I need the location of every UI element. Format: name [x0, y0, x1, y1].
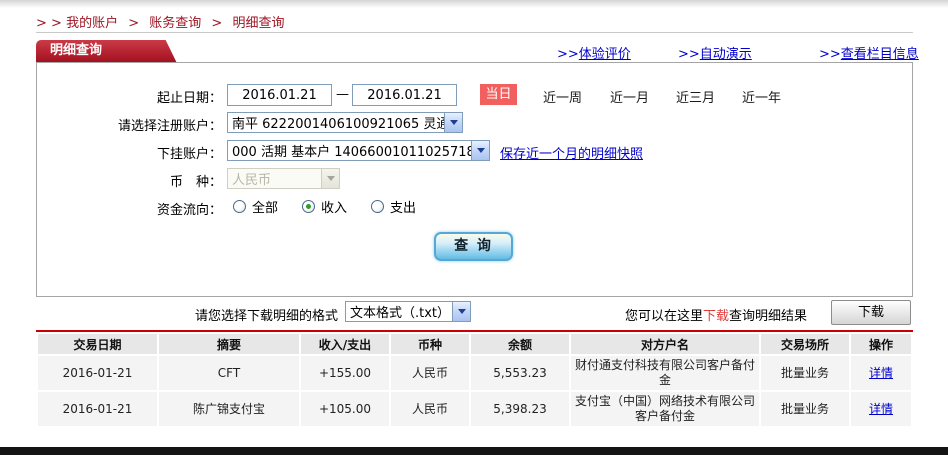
- link-auto-demo[interactable]: >>自动演示: [678, 43, 752, 62]
- breadcrumb-item-detail-query: 明细查询: [232, 16, 284, 31]
- tab-label: 明细查询: [50, 43, 102, 58]
- radio-icon[interactable]: [233, 200, 246, 213]
- download-hint: 您可以在这里下载查询明细结果: [625, 305, 807, 324]
- currency-select: 人民币: [227, 168, 340, 189]
- col-amount: 收入/支出: [301, 334, 389, 354]
- cell-balance: 5,553.23: [471, 356, 569, 390]
- breadcrumb-separator: >: [128, 16, 139, 31]
- link-view-column-info[interactable]: >>查看栏目信息: [819, 43, 919, 62]
- tab-detail-query: 明细查询: [36, 40, 162, 62]
- col-counterparty: 对方户名: [571, 334, 759, 354]
- col-venue: 交易场所: [761, 334, 849, 354]
- date-dash: —: [336, 87, 349, 102]
- cell-currency: 人民币: [391, 356, 469, 390]
- currency-label: 币 种：: [32, 171, 222, 190]
- breadcrumb-item-account-query[interactable]: 账务查询: [149, 16, 201, 31]
- date-range-label: 起止日期：: [32, 87, 222, 106]
- table-row: 2016-01-21 CFT +155.00 人民币 5,553.23 财付通支…: [38, 356, 911, 390]
- download-format-select[interactable]: 文本格式（.txt）: [345, 301, 471, 322]
- register-account-label: 请选择注册账户：: [32, 115, 222, 134]
- download-button[interactable]: 下载: [831, 300, 911, 325]
- cell-balance: 5,398.23: [471, 392, 569, 426]
- cell-action: 详情: [851, 356, 911, 390]
- radio-checked-icon[interactable]: [302, 200, 315, 213]
- cell-currency: 人民币: [391, 392, 469, 426]
- save-snapshot-link[interactable]: 保存近一个月的明细快照: [500, 143, 643, 162]
- quick-range-year[interactable]: 近一年: [742, 87, 781, 106]
- chevron-down-icon: [444, 113, 462, 132]
- date-from-input[interactable]: [227, 84, 332, 106]
- link-experience-rating[interactable]: >>体验评价: [557, 43, 631, 62]
- radio-option-income[interactable]: 收入: [302, 197, 347, 216]
- quick-range-today[interactable]: 当日: [480, 84, 517, 105]
- cell-amount: +155.00: [301, 356, 389, 390]
- cell-summary: CFT: [159, 356, 299, 390]
- radio-icon[interactable]: [371, 200, 384, 213]
- col-action: 操作: [851, 334, 911, 354]
- download-hint-emphasis: 下载: [703, 309, 729, 324]
- table-row: 2016-01-21 陈广锦支付宝 +105.00 人民币 5,398.23 支…: [38, 392, 911, 426]
- detail-link[interactable]: 详情: [869, 366, 893, 380]
- cell-amount: +105.00: [301, 392, 389, 426]
- chevron-down-icon: [452, 302, 470, 321]
- col-balance: 余额: [471, 334, 569, 354]
- breadcrumb-prefix: > >: [36, 16, 62, 31]
- col-currency: 币种: [391, 334, 469, 354]
- query-button[interactable]: 查 询: [434, 232, 513, 261]
- double-chevron-icon: >>: [557, 47, 579, 62]
- bottom-bar: [0, 447, 948, 455]
- header-divider: [36, 32, 913, 33]
- cell-date: 2016-01-21: [38, 356, 157, 390]
- double-chevron-icon: >>: [819, 47, 841, 62]
- cell-date: 2016-01-21: [38, 392, 157, 426]
- col-summary: 摘要: [159, 334, 299, 354]
- flow-direction-label: 资金流向：: [32, 199, 222, 218]
- cell-summary: 陈广锦支付宝: [159, 392, 299, 426]
- col-date: 交易日期: [38, 334, 157, 354]
- chevron-down-icon: [321, 169, 339, 188]
- cell-action: 详情: [851, 392, 911, 426]
- transactions-table: 交易日期 摘要 收入/支出 币种 余额 对方户名 交易场所 操作 2016-01…: [36, 332, 913, 428]
- quick-range-week[interactable]: 近一周: [543, 87, 582, 106]
- sub-account-select[interactable]: 000 活期 基本户 1406600101102571848: [227, 140, 490, 161]
- radio-option-all[interactable]: 全部: [233, 197, 278, 216]
- breadcrumb: > > 我的账户 > 账务查询 > 明细查询: [36, 12, 284, 31]
- chevron-down-icon: [471, 141, 489, 160]
- cell-venue: 批量业务: [761, 392, 849, 426]
- quick-range-quarter[interactable]: 近三月: [676, 87, 715, 106]
- register-account-select[interactable]: 南平 6222001406100921065 灵通卡: [227, 112, 463, 133]
- sub-account-label: 下挂账户：: [32, 143, 222, 162]
- date-to-input[interactable]: [352, 84, 457, 106]
- cell-venue: 批量业务: [761, 356, 849, 390]
- detail-link[interactable]: 详情: [869, 402, 893, 416]
- breadcrumb-item-my-account[interactable]: 我的账户: [66, 16, 118, 31]
- page: > > 我的账户 > 账务查询 > 明细查询 明细查询 >>体验评价 >>自动演…: [0, 0, 948, 455]
- cell-counterparty: 财付通支付科技有限公司客户备付金: [571, 356, 759, 390]
- top-gradient: [0, 0, 948, 8]
- download-format-label: 请您选择下载明细的格式: [195, 305, 338, 324]
- flow-direction-options: 全部 收入 支出: [233, 197, 430, 216]
- double-chevron-icon: >>: [678, 47, 700, 62]
- breadcrumb-separator: >: [211, 16, 222, 31]
- table-header-row: 交易日期 摘要 收入/支出 币种 余额 对方户名 交易场所 操作: [38, 334, 911, 354]
- cell-counterparty: 支付宝（中国）网络技术有限公司客户备付金: [571, 392, 759, 426]
- radio-option-expense[interactable]: 支出: [371, 197, 416, 216]
- quick-range-month[interactable]: 近一月: [610, 87, 649, 106]
